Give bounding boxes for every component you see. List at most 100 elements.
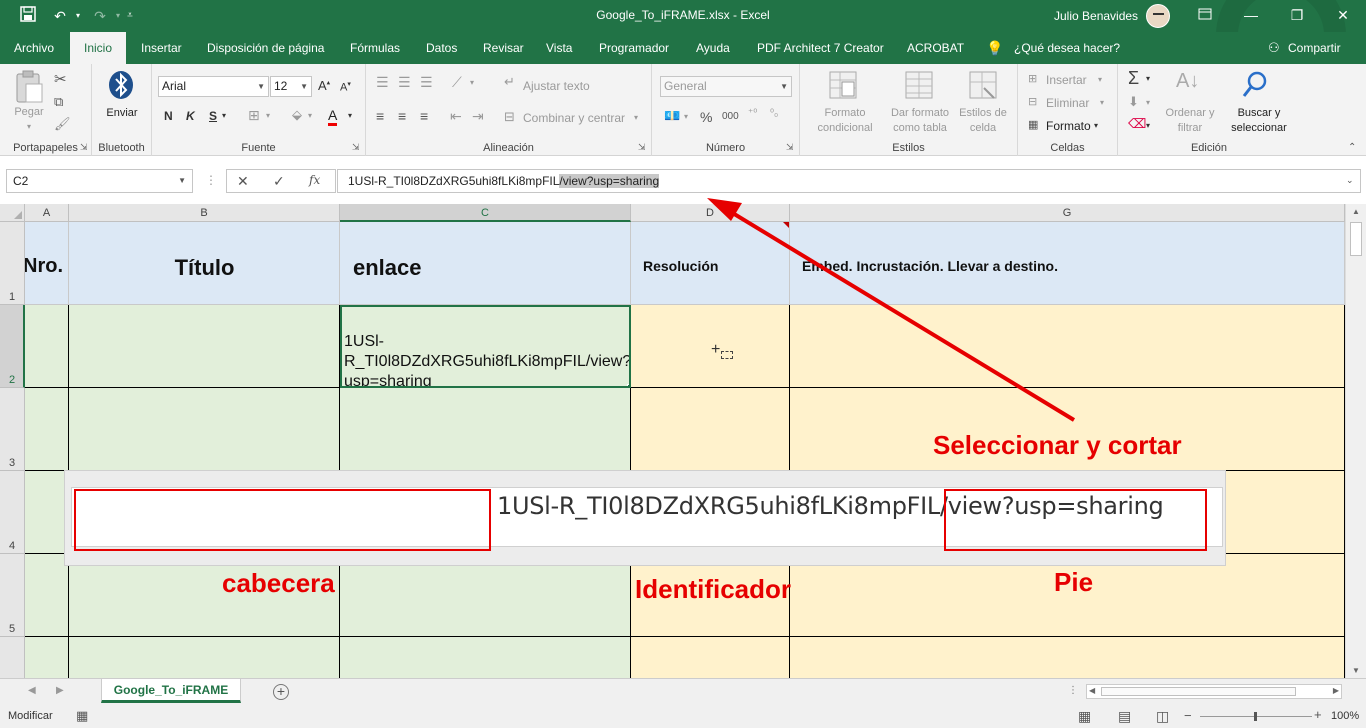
percent-button[interactable]: %	[700, 109, 712, 125]
tab-pdf-architect[interactable]: PDF Architect 7 Creator	[749, 32, 892, 64]
format-as-table-icon[interactable]	[904, 70, 934, 103]
sheet-tab[interactable]: Google_To_iFRAME	[101, 679, 241, 703]
increase-indent-icon[interactable]: ⇥	[472, 108, 484, 125]
tell-me-search[interactable]: ¿Qué desea hacer?	[1014, 32, 1120, 64]
macro-record-icon[interactable]: ▦	[76, 708, 88, 724]
align-left-icon[interactable]: ≡	[376, 108, 384, 124]
autosum-dropdown-icon[interactable]: ▾	[1146, 74, 1150, 83]
cell-b3[interactable]	[69, 388, 340, 471]
insert-dropdown-icon[interactable]: ▾	[1098, 75, 1102, 84]
tab-ayuda[interactable]: Ayuda	[688, 32, 738, 64]
cell-styles-icon[interactable]	[968, 70, 998, 103]
align-bottom-icon[interactable]: ☰	[420, 74, 433, 91]
align-middle-icon[interactable]: ☰	[398, 74, 411, 91]
clear-eraser-icon[interactable]: ⌫	[1128, 116, 1146, 132]
delete-cells-icon[interactable]: ⊟	[1028, 95, 1037, 108]
shrink-font-icon[interactable]: A▾	[340, 80, 351, 94]
column-header-g[interactable]: G	[790, 204, 1345, 222]
delete-dropdown-icon[interactable]: ▾	[1100, 98, 1104, 107]
clipboard-launcher-icon[interactable]: ⇲	[80, 142, 88, 153]
normal-view-icon[interactable]: ▦	[1078, 708, 1091, 725]
insert-function-button[interactable]: fx	[309, 173, 320, 187]
horizontal-scrollbar[interactable]: ◀ ▶	[1086, 684, 1342, 699]
vertical-scrollbar[interactable]: ▲ ▼	[1345, 204, 1366, 678]
delete-cells-button[interactable]: Eliminar	[1046, 96, 1089, 110]
wrap-text-button[interactable]: Ajustar texto	[523, 79, 590, 93]
tab-insertar[interactable]: Insertar	[133, 32, 190, 64]
autosum-icon[interactable]: Σ	[1128, 68, 1139, 89]
cancel-entry-icon[interactable]: ✕	[237, 173, 249, 190]
conditional-format-button[interactable]: Formato condicional	[802, 106, 888, 136]
cell-g2[interactable]	[790, 305, 1345, 388]
conditional-format-icon[interactable]	[828, 70, 858, 103]
cell-a5[interactable]	[25, 554, 69, 637]
currency-dropdown-icon[interactable]: ▾	[684, 112, 688, 121]
font-launcher-icon[interactable]: ⇲	[352, 142, 360, 153]
thousands-button[interactable]: 000	[722, 111, 739, 122]
cell-d1[interactable]: Resolución	[631, 222, 790, 305]
column-header-b[interactable]: B	[69, 204, 340, 222]
clear-dropdown-icon[interactable]: ▾	[1146, 121, 1150, 130]
share-button[interactable]: Compartir	[1288, 32, 1341, 64]
cut-icon[interactable]: ✂	[54, 70, 67, 88]
tab-datos[interactable]: Datos	[418, 32, 465, 64]
zoom-slider-thumb[interactable]	[1254, 712, 1257, 721]
align-center-icon[interactable]: ≡	[398, 108, 406, 124]
align-top-icon[interactable]: ☰	[376, 74, 389, 91]
copy-icon[interactable]: ⧉	[54, 94, 63, 110]
tab-disposicion[interactable]: Disposición de página	[199, 32, 332, 64]
cell-g1[interactable]: Embed. Incrustación. Llevar a destino.	[790, 222, 1345, 305]
row-header-3[interactable]: 3	[0, 388, 25, 471]
zoom-level[interactable]: 100%	[1331, 710, 1359, 722]
number-format-select[interactable]: General ▼	[660, 76, 792, 97]
add-sheet-icon[interactable]: +	[273, 684, 289, 700]
font-name-select[interactable]: Arial ▼	[158, 76, 269, 97]
borders-icon[interactable]: ⊞	[248, 107, 260, 124]
number-launcher-icon[interactable]: ⇲	[786, 142, 794, 153]
paste-icon[interactable]	[14, 70, 44, 107]
format-cells-icon[interactable]: ▦	[1028, 118, 1038, 131]
minimize-icon[interactable]: —	[1236, 5, 1266, 25]
cell-a6[interactable]	[25, 637, 69, 678]
find-magnifier-icon[interactable]	[1240, 70, 1270, 103]
scroll-up-icon[interactable]: ▲	[1346, 207, 1366, 216]
cell-a2[interactable]	[25, 305, 69, 388]
borders-dropdown-icon[interactable]: ▾	[266, 111, 270, 120]
sort-filter-icon[interactable]: A↓	[1176, 70, 1199, 92]
currency-icon[interactable]: 💶	[664, 108, 680, 124]
close-icon[interactable]: ✕	[1328, 5, 1358, 25]
cell-d2[interactable]: +	[631, 305, 790, 388]
collapse-ribbon-icon[interactable]: ⌃	[1348, 142, 1356, 153]
column-header-d[interactable]: D	[631, 204, 790, 222]
select-all-corner[interactable]	[0, 204, 25, 222]
merge-center-button[interactable]: Combinar y centrar	[523, 111, 625, 125]
sort-filter-button[interactable]: Ordenar y filtrar	[1158, 106, 1222, 136]
zoom-out-icon[interactable]: −	[1184, 708, 1192, 723]
format-painter-icon[interactable]: 🖌	[54, 116, 71, 132]
font-color-icon[interactable]: A	[328, 107, 338, 126]
insert-cells-icon[interactable]: ⊞	[1028, 72, 1037, 85]
cell-b1[interactable]: Título	[69, 222, 340, 305]
cell-b6[interactable]	[69, 637, 340, 678]
fill-color-dropdown-icon[interactable]: ▾	[308, 111, 312, 120]
scroll-left-icon[interactable]: ◀	[1089, 686, 1095, 695]
merge-center-icon[interactable]: ⊟	[504, 109, 515, 125]
underline-dropdown-icon[interactable]: ▾	[222, 111, 226, 120]
tab-inicio[interactable]: Inicio	[70, 32, 126, 64]
cell-c5[interactable]	[340, 554, 631, 637]
bluetooth-icon[interactable]	[108, 70, 134, 103]
column-header-c[interactable]: C	[340, 204, 631, 222]
row-header-4[interactable]: 4	[0, 471, 25, 554]
find-select-button[interactable]: Buscar y seleccionar	[1224, 106, 1294, 136]
cell-c6[interactable]	[340, 637, 631, 678]
prev-sheet-icon[interactable]: ◀	[28, 685, 36, 696]
grow-font-icon[interactable]: A▴	[318, 78, 330, 93]
avatar[interactable]	[1146, 4, 1170, 28]
zoom-in-icon[interactable]: +	[1314, 707, 1322, 722]
bluetooth-send-button[interactable]: Enviar	[92, 106, 152, 121]
row-header-2[interactable]: 2	[0, 305, 25, 388]
font-color-dropdown-icon[interactable]: ▾	[348, 111, 352, 120]
format-as-table-button[interactable]: Dar formato como tabla	[884, 106, 956, 136]
cell-c1[interactable]: enlace	[340, 222, 631, 305]
page-break-view-icon[interactable]: ◫	[1156, 708, 1169, 725]
